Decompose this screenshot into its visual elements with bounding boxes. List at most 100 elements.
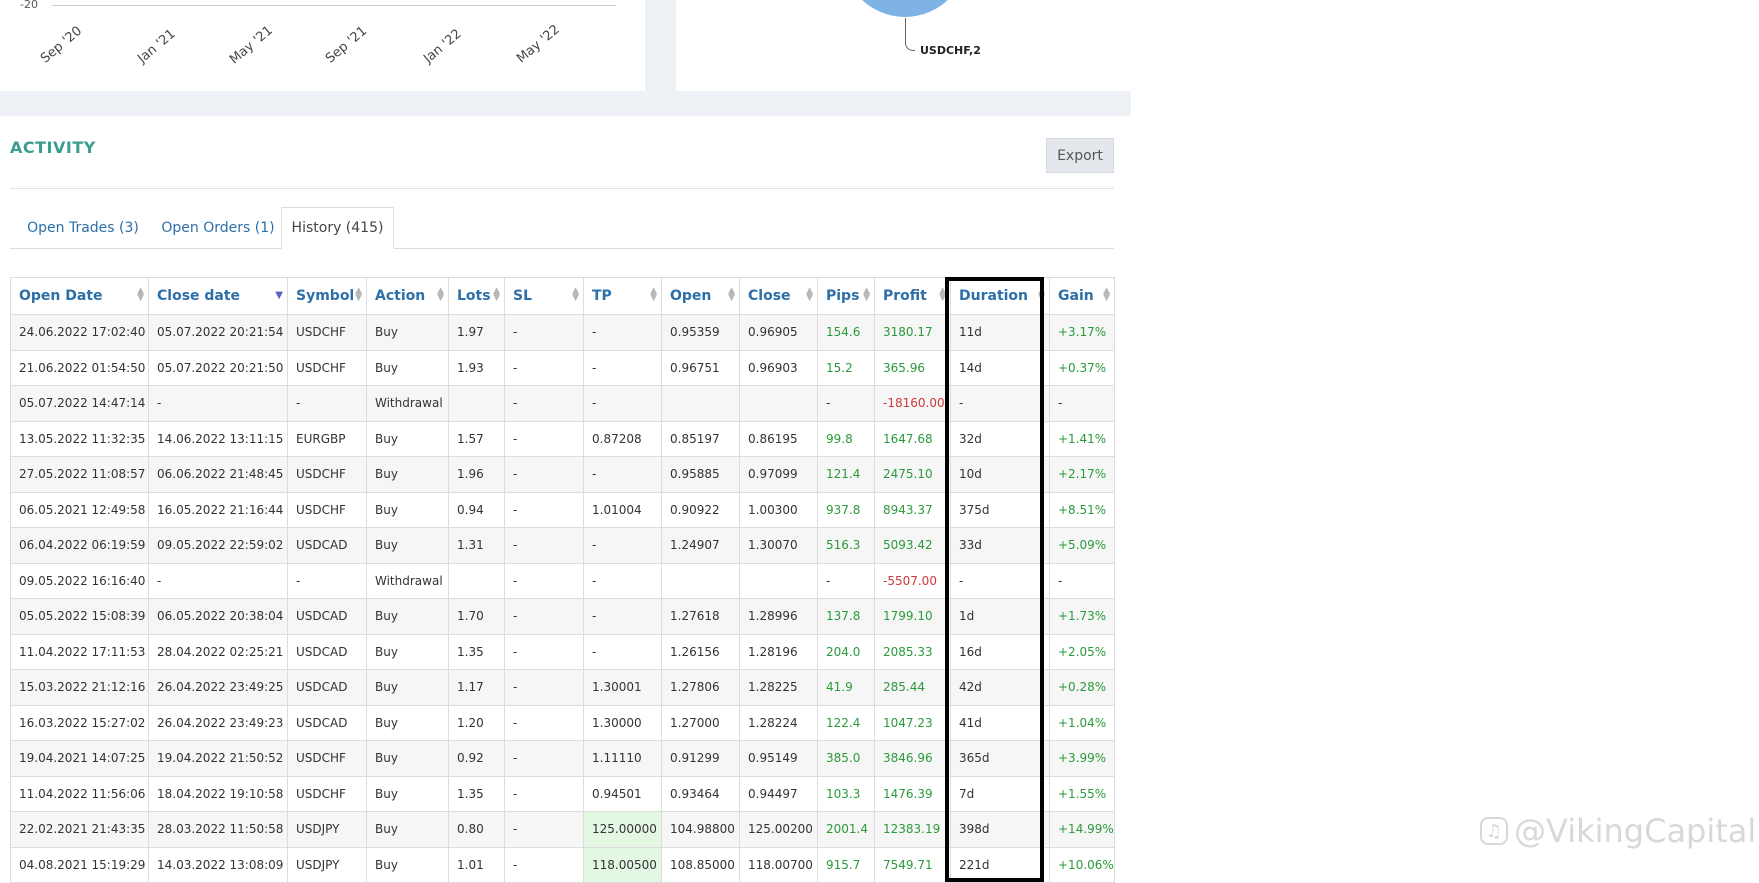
column-header-action[interactable]: Action ▲ ▼ [366, 277, 449, 315]
sort-icon[interactable]: ▲ ▼ [728, 287, 735, 303]
cell-open-date: 04.08.2021 15:19:29 [10, 846, 149, 883]
cell-gain: +0.28% [1049, 669, 1115, 706]
column-header-symbol[interactable]: Symbol ▲ ▼ [287, 277, 367, 315]
table-row[interactable]: 11.04.2022 11:56:06 18.04.2022 19:10:58 US… [10, 775, 1115, 812]
cell-gain: +0.37% [1049, 349, 1115, 386]
column-header-duration[interactable]: Duration ▲ ▼ [950, 277, 1050, 315]
cell-profit: 1047.23 [874, 704, 951, 741]
cell-action: Buy [366, 704, 449, 741]
sort-desc-icon[interactable]: ▼ [275, 291, 283, 301]
sort-icon[interactable]: ▲ ▼ [650, 287, 657, 303]
cell-sl: - [504, 491, 584, 528]
y-tick-label: -20 [20, 0, 38, 11]
cell-lots: 1.35 [448, 775, 505, 812]
cell-lots: 0.92 [448, 740, 505, 777]
cell-action: Buy [366, 491, 449, 528]
cell-lots: 0.80 [448, 811, 505, 848]
cell-close-date: 09.05.2022 22:59:02 [148, 527, 288, 564]
export-button[interactable]: Export [1046, 138, 1114, 173]
cell-open: 0.90922 [661, 491, 740, 528]
cell-lots: 1.01 [448, 846, 505, 883]
table-row[interactable]: 16.03.2022 15:27:02 26.04.2022 23:49:23 US… [10, 704, 1115, 741]
sort-icon[interactable]: ▲ ▼ [806, 287, 813, 303]
x-tick-label: Jan '21 [135, 26, 179, 67]
cell-profit: 3180.17 [874, 314, 951, 351]
column-header-open-date[interactable]: Open Date ▲ ▼ [10, 277, 149, 315]
cell-lots: 1.93 [448, 349, 505, 386]
table-row[interactable]: 21.06.2022 01:54:50 05.07.2022 20:21:50 US… [10, 349, 1115, 386]
table-row[interactable]: 06.05.2021 12:49:58 16.05.2022 21:16:44 US… [10, 491, 1115, 528]
cell-open: 1.26156 [661, 633, 740, 670]
cell-tp: 1.30000 [583, 704, 662, 741]
cell-symbol: USDJPY [287, 846, 367, 883]
cell-open: 1.27000 [661, 704, 740, 741]
sort-icon[interactable]: ▲ ▼ [572, 287, 579, 303]
table-row[interactable]: 15.03.2022 21:12:16 26.04.2022 23:49:25 US… [10, 669, 1115, 706]
cell-duration: - [950, 385, 1050, 422]
table-row[interactable]: 06.04.2022 06:19:59 09.05.2022 22:59:02 US… [10, 527, 1115, 564]
cell-tp: - [583, 385, 662, 422]
column-header-open[interactable]: Open ▲ ▼ [661, 277, 740, 315]
sort-icon[interactable]: ▲ ▼ [437, 287, 444, 303]
cell-open: 1.27618 [661, 598, 740, 635]
sort-icon[interactable]: ▲ ▼ [137, 287, 144, 303]
history-table: Open Date ▲ ▼ Close date ▼ Symbol ▲ ▼ Action ▲ ▼ Lo… [10, 277, 1115, 883]
column-header-close-date[interactable]: Close date ▼ [148, 277, 288, 315]
cell-open: 0.96751 [661, 349, 740, 386]
cell-open-date: 11.04.2022 11:56:06 [10, 775, 149, 812]
cell-close: 1.28225 [739, 669, 818, 706]
table-row[interactable]: 05.07.2022 14:47:14- - Withdrawal - - - -18160… [10, 385, 1115, 422]
column-header-pips[interactable]: Pips ▲ ▼ [817, 277, 875, 315]
table-row[interactable]: 09.05.2022 16:16:40- - Withdrawal - - - -5507.… [10, 562, 1115, 599]
tab-history[interactable]: History (415) [281, 207, 394, 249]
cell-profit: 7549.71 [874, 846, 951, 883]
cell-close-date: 16.05.2022 21:16:44 [148, 491, 288, 528]
cell-sl: - [504, 456, 584, 493]
cell-close: 0.96905 [739, 314, 818, 351]
column-header-label: SL [513, 288, 533, 304]
tab-open-trades[interactable]: Open Trades (3) [16, 207, 150, 248]
charts-area: -20 Sep '20 Jan '21 May '21 Sep '21 Jan … [0, 0, 1131, 116]
cell-profit: 1476.39 [874, 775, 951, 812]
cell-gain: +10.06% [1049, 846, 1115, 883]
cell-pips: 937.8 [817, 491, 875, 528]
column-header-gain[interactable]: Gain ▲ ▼ [1049, 277, 1115, 315]
table-row[interactable]: 05.05.2022 15:08:39 06.05.2022 20:38:04 US… [10, 598, 1115, 635]
sort-icon[interactable]: ▲ ▼ [1038, 287, 1045, 303]
table-row[interactable]: 27.05.2022 11:08:57 06.06.2022 21:48:45 US… [10, 456, 1115, 493]
table-row[interactable]: 19.04.2021 14:07:25 19.04.2022 21:50:52 US… [10, 740, 1115, 777]
cell-symbol: USDCAD [287, 633, 367, 670]
cell-action: Buy [366, 846, 449, 883]
column-header-label: Action [375, 288, 426, 304]
x-tick-label: May '21 [227, 23, 276, 68]
cell-symbol: USDCHF [287, 456, 367, 493]
cell-open-date: 24.06.2022 17:02:40 [10, 314, 149, 351]
column-header-sl[interactable]: SL ▲ ▼ [504, 277, 584, 315]
column-header-tp[interactable]: TP ▲ ▼ [583, 277, 662, 315]
cell-action: Buy [366, 598, 449, 635]
cell-sl: - [504, 385, 584, 422]
table-row[interactable]: 11.04.2022 17:11:53 28.04.2022 02:25:21 US… [10, 633, 1115, 670]
column-header-close[interactable]: Close ▲ ▼ [739, 277, 818, 315]
cell-gain: - [1049, 385, 1115, 422]
column-header-profit[interactable]: Profit ▲ ▼ [874, 277, 951, 315]
sort-icon[interactable]: ▲ ▼ [1103, 287, 1110, 303]
cell-close: 1.28996 [739, 598, 818, 635]
cell-action: Buy [366, 740, 449, 777]
sort-icon[interactable]: ▲ ▼ [939, 287, 946, 303]
tab-open-orders[interactable]: Open Orders (1) [152, 207, 284, 248]
cell-close-date: - [148, 562, 288, 599]
cell-duration: 398d [950, 811, 1050, 848]
table-row[interactable]: 24.06.2022 17:02:40 05.07.2022 20:21:54 US… [10, 314, 1115, 351]
cell-pips: 41.9 [817, 669, 875, 706]
sort-icon[interactable]: ▲ ▼ [863, 287, 870, 303]
table-row[interactable]: 04.08.2021 15:19:29 14.03.2022 13:08:09 US… [10, 846, 1115, 883]
column-header-lots[interactable]: Lots ▲ ▼ [448, 277, 505, 315]
table-row[interactable]: 22.02.2021 21:43:35 28.03.2022 11:50:58 US… [10, 811, 1115, 848]
sort-icon[interactable]: ▲ ▼ [493, 287, 500, 303]
cell-gain: +5.09% [1049, 527, 1115, 564]
sort-icon[interactable]: ▲ ▼ [355, 287, 362, 303]
cell-pips: 385.0 [817, 740, 875, 777]
cell-tp: 125.00000 [583, 811, 662, 848]
table-row[interactable]: 13.05.2022 11:32:35 14.06.2022 13:11:15 EU… [10, 420, 1115, 457]
